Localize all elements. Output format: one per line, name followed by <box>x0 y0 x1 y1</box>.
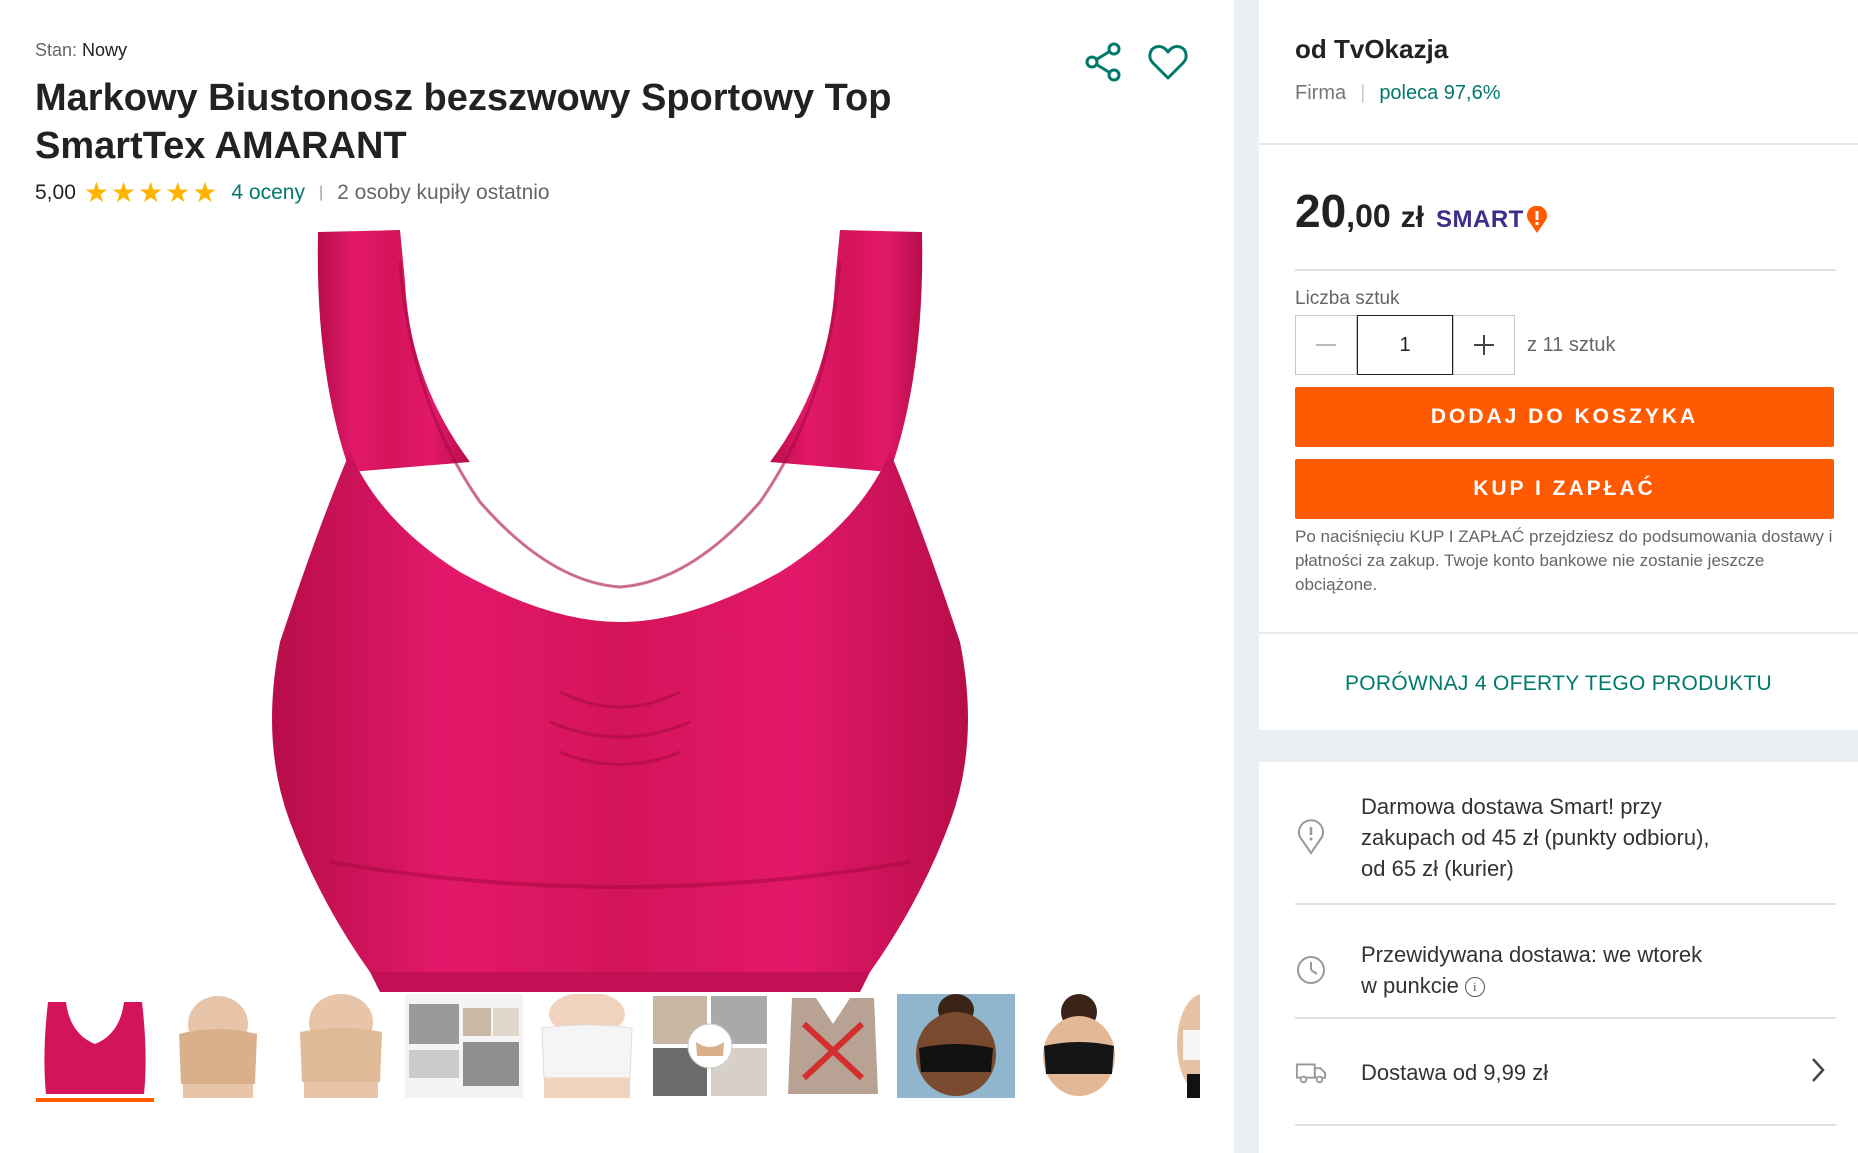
divider <box>1295 1017 1836 1019</box>
info-icon[interactable]: i <box>1464 977 1485 998</box>
thumbnail-item[interactable] <box>405 994 523 1102</box>
rating-row: 5,00 ★ ★ ★ ★ ★ 4 oceny | 2 osoby kupiły … <box>35 178 550 208</box>
bought-recently: 2 osoby kupiły ostatnio <box>337 181 550 204</box>
thumbnail-item[interactable] <box>651 994 769 1102</box>
price-currency: zł <box>1400 201 1424 234</box>
quantity-stepper: z 11 sztuk <box>1295 315 1616 375</box>
plus-icon <box>1474 335 1494 355</box>
quantity-input[interactable] <box>1357 315 1453 375</box>
divider <box>1295 903 1836 905</box>
rating-stars: ★ ★ ★ ★ ★ <box>84 179 220 207</box>
divider <box>1295 269 1836 271</box>
smart-label: SMART <box>1436 206 1524 233</box>
compare-offers-link[interactable]: PORÓWNAJ 4 OFERTY TEGO PRODUKTU <box>1259 672 1858 696</box>
price-integer: 20 <box>1295 185 1347 237</box>
share-button[interactable] <box>1082 40 1126 84</box>
expected-delivery-label: Przewidywana dostawa: we wtorek w punkci… <box>1361 942 1703 998</box>
free-delivery-info: Darmowa dostawa Smart! przy zakupach od … <box>1295 784 1836 890</box>
buy-now-button[interactable]: KUP I ZAPŁAĆ <box>1295 459 1834 519</box>
seller-name[interactable]: od TvOkazja <box>1295 34 1448 65</box>
free-delivery-text: Darmowa dostawa Smart! przy zakupach od … <box>1361 793 1710 881</box>
expected-delivery-text: Przewidywana dostawa: we wtorek w punkci… <box>1361 939 1721 1001</box>
minus-icon <box>1316 344 1336 346</box>
thumbnail-item[interactable] <box>897 994 1015 1102</box>
divider <box>1259 143 1858 145</box>
pickup-point-icon <box>1295 817 1327 857</box>
price-decimal: ,00 <box>1346 198 1391 234</box>
condition-value: Nowy <box>82 40 128 60</box>
condition: Stan: Nowy <box>35 40 127 61</box>
product-title: Markowy Biustonosz bezszwowy Sportowy To… <box>35 77 892 167</box>
star-icon: ★ <box>83 177 109 208</box>
delivery-card: Darmowa dostawa Smart! przy zakupach od … <box>1259 762 1858 1153</box>
thumbnail-item[interactable] <box>1020 994 1138 1102</box>
divider <box>1259 632 1858 634</box>
thumbnail-item[interactable] <box>159 994 277 1102</box>
quantity-decrease-button[interactable] <box>1295 315 1357 375</box>
star-icon: ★ <box>138 177 164 208</box>
thumbnail-item[interactable] <box>282 994 400 1102</box>
quantity-label: Liczba sztuk <box>1295 288 1400 309</box>
add-to-cart-button[interactable]: DODAJ DO KOSZYKA <box>1295 387 1834 447</box>
divider <box>1295 1124 1836 1126</box>
price: 20 ,00 zł SMART <box>1295 184 1548 238</box>
delivery-cost-text: Dostawa od 9,99 zł <box>1361 1059 1549 1085</box>
separator: | <box>1360 82 1366 104</box>
chevron-right-icon <box>1810 1056 1826 1089</box>
thumbnail-item[interactable] <box>528 994 646 1102</box>
seller-meta: Firma | poleca 97,6% <box>1295 82 1501 105</box>
heart-icon <box>1148 45 1188 80</box>
seller-type: Firma <box>1295 82 1347 104</box>
star-icon: ★ <box>110 177 137 208</box>
quantity-increase-button[interactable] <box>1453 315 1515 375</box>
smart-logo-icon <box>1526 206 1547 233</box>
thumbnail-strip <box>36 994 1200 1104</box>
quantity-available: z 11 sztuk <box>1527 333 1616 356</box>
condition-label: Stan: <box>35 40 78 60</box>
star-icon: ★ <box>192 177 218 208</box>
offer-card: od TvOkazja Firma | poleca 97,6% 20 ,00 … <box>1259 0 1858 730</box>
thumbnail-item[interactable] <box>36 994 154 1102</box>
ratings-link[interactable]: 4 oceny <box>231 181 305 205</box>
favorite-button[interactable] <box>1146 40 1190 84</box>
delivery-cost-row[interactable]: Dostawa od 9,99 zł <box>1295 1042 1836 1102</box>
expected-delivery-info: Przewidywana dostawa: we wtorek w punkci… <box>1295 930 1836 1010</box>
share-icon <box>1085 42 1121 82</box>
rating-value: 5,00 <box>35 181 76 204</box>
thumbnail-item[interactable] <box>774 994 892 1102</box>
star-icon: ★ <box>165 177 191 208</box>
buy-disclaimer: Po naciśnięciu KUP I ZAPŁAĆ przejdziesz … <box>1295 527 1833 594</box>
thumbnail-item[interactable] <box>1143 994 1200 1102</box>
seller-recommend-link[interactable]: poleca 97,6% <box>1379 82 1500 105</box>
clock-icon <box>1295 950 1327 990</box>
main-product-image[interactable] <box>260 222 980 992</box>
separator: | <box>318 184 324 201</box>
product-panel: Stan: Nowy Markowy Biustonosz bezszwowy … <box>0 0 1234 1153</box>
smart-badge: SMART <box>1436 206 1548 234</box>
truck-icon <box>1295 1052 1327 1092</box>
